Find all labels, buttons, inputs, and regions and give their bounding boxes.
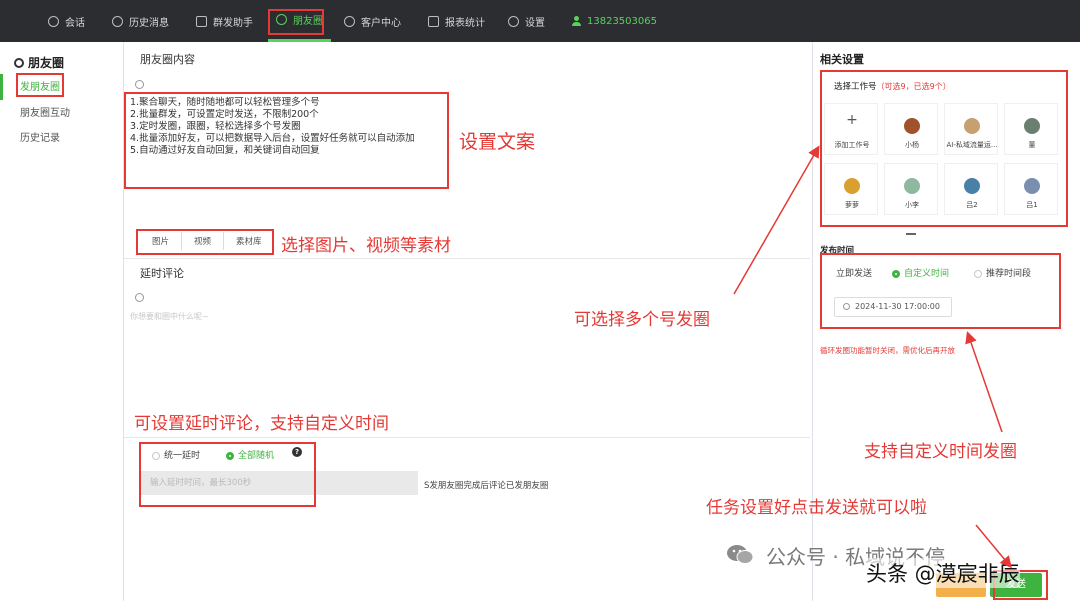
settings-title: 相关设置 [820, 53, 864, 66]
divider [124, 258, 810, 259]
user-icon [572, 16, 581, 26]
collapse-icon[interactable] [906, 233, 916, 235]
delay-note: S发朋友圈完成后评论已发朋友圈 [424, 481, 549, 491]
annotation-custom-time: 支持自定义时间发圈 [864, 442, 1017, 462]
content-label: 朋友圈内容 [140, 53, 195, 66]
nav-chat[interactable]: 会话 [48, 0, 85, 42]
annotation-delay: 可设置延时评论，支持自定义时间 [134, 414, 389, 434]
emoji-icon[interactable] [135, 293, 144, 302]
wechat-logo-icon [727, 545, 754, 564]
annotation-material: 选择图片、视频等素材 [281, 236, 451, 256]
send-icon [196, 15, 207, 27]
highlight-box-accounts [820, 70, 1068, 227]
annotation-multi-account: 可选择多个号发圈 [574, 310, 710, 330]
nav-mass-send[interactable]: 群发助手 [196, 0, 253, 42]
gear-icon [508, 15, 519, 27]
annotation-send-tip: 任务设置好点击发送就可以啦 [706, 498, 927, 518]
highlight-box-copy [124, 92, 449, 189]
nav-user[interactable]: 13823503065 [572, 0, 657, 42]
top-nav: 会话 历史消息 群发助手 朋友圈 客户中心 报表统计 设置 1382350306… [0, 0, 1080, 42]
sidebar-title: 朋友圈 [14, 54, 64, 71]
nav-history[interactable]: 历史消息 [112, 0, 169, 42]
nav-customer[interactable]: 客户中心 [344, 0, 401, 42]
annotation-copy: 设置文案 [459, 131, 536, 153]
chat-icon [48, 15, 59, 27]
comment-input[interactable]: 你想要和圈中什么呢~ [130, 311, 209, 322]
highlight-box-delay [139, 442, 316, 507]
sidebar-item-interaction[interactable]: 朋友圈互动 [20, 104, 70, 119]
sidebar-item-history[interactable]: 历史记录 [20, 129, 60, 144]
chart-icon [428, 15, 439, 27]
delay-comment-label: 延时评论 [140, 267, 184, 280]
nav-settings[interactable]: 设置 [508, 0, 545, 42]
divider [124, 437, 810, 438]
loop-post-note: 循环发圈功能暂时关闭，需优化后再开放 [820, 346, 955, 355]
highlight-box-sidebar [16, 73, 64, 97]
emoji-icon[interactable] [135, 80, 144, 89]
highlight-box-publish [820, 253, 1061, 329]
clock-icon [112, 15, 123, 27]
watermark-toutiao: 头条 @漠宸非辰 [866, 558, 1020, 588]
sidebar: 朋友圈 发朋友圈 朋友圈互动 历史记录 [0, 42, 124, 601]
moments-icon [14, 57, 24, 68]
customer-icon [344, 15, 355, 27]
highlight-box-nav [268, 9, 324, 35]
nav-report[interactable]: 报表统计 [428, 0, 485, 42]
highlight-box-material [136, 229, 274, 255]
active-indicator [0, 74, 3, 100]
